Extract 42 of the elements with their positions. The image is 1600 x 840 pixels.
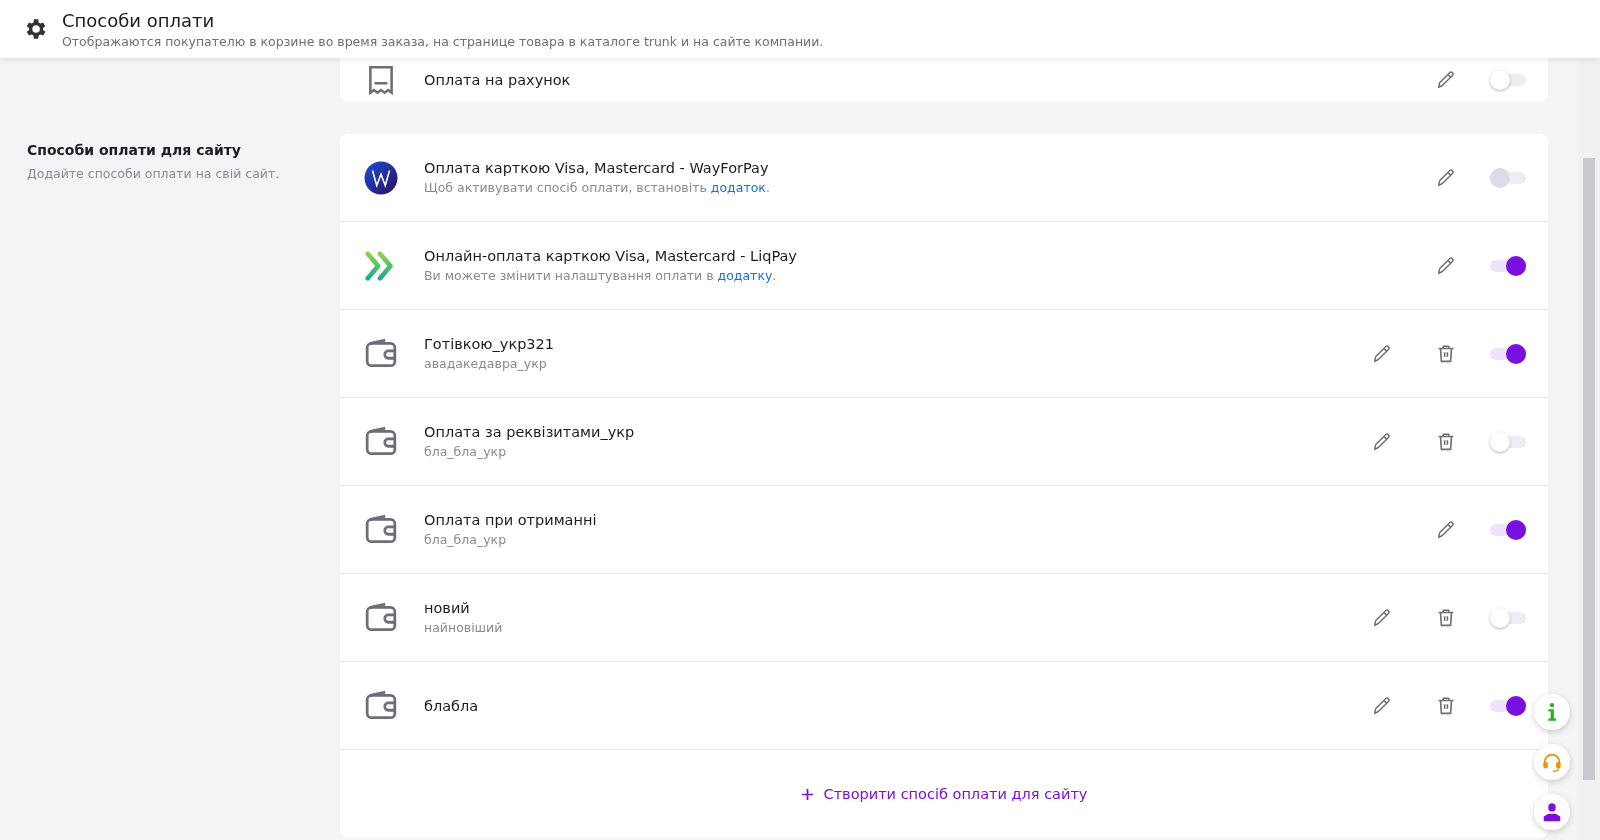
edit-icon — [1371, 430, 1393, 453]
payment-method-description: бла_бла_укр — [424, 444, 508, 459]
page-title: Способи оплати — [62, 9, 216, 31]
person-icon — [1541, 801, 1563, 823]
account-button[interactable] — [1534, 794, 1570, 830]
app-link[interactable]: додатку — [717, 268, 773, 283]
plus-icon — [800, 787, 814, 801]
payment-method-description: авадакедавра_укр — [424, 356, 548, 371]
edit-icon — [1435, 69, 1457, 91]
payment-method-name: Оплата при отриманні — [424, 512, 598, 528]
payment-method-name: Оплата за реквізитами_укр — [424, 424, 636, 440]
payment-method-name: Оплата на рахунок — [424, 72, 572, 88]
toggle-switch[interactable] — [1490, 606, 1526, 629]
edit-icon — [1371, 606, 1393, 629]
payment-method-description: бла_бла_укр — [424, 532, 508, 547]
edit-icon — [1435, 518, 1457, 541]
section-description: Додайте способи оплати на свій сайт. — [27, 166, 281, 181]
payment-method-name: новий — [424, 600, 471, 616]
section-title: Способи оплати для сайту — [27, 142, 242, 158]
toggle-switch[interactable] — [1490, 694, 1526, 717]
page-description: Отображаются покупателю в корзине во время заказа, на странице товара в каталоге trunk и на сайте компании. — [62, 33, 824, 49]
toggle-switch[interactable] — [1490, 342, 1526, 365]
payment-method-description: Ви можете змінити налаштування оплати в додатку. — [424, 268, 778, 283]
info-button[interactable] — [1534, 694, 1570, 730]
toggle-switch[interactable] — [1490, 69, 1526, 91]
logo-circle-icon — [364, 160, 398, 195]
toggle-switch[interactable] — [1490, 254, 1526, 277]
create-payment-method-link[interactable]: Створити спосіб оплати для сайту — [800, 786, 1088, 802]
headset-icon — [1541, 751, 1563, 773]
payment-method-name: Онлайн-оплата карткою Visa, Mastercard - LiqPay — [424, 248, 798, 264]
edit-icon — [1371, 342, 1393, 365]
edit-icon — [1435, 166, 1457, 189]
payment-method-name: Оплата карткою Visa, Mastercard - WayForPay — [424, 160, 770, 176]
edit-icon — [1371, 694, 1393, 717]
toggle-switch[interactable] — [1490, 518, 1526, 541]
toggle-switch[interactable] — [1490, 430, 1526, 453]
support-button[interactable] — [1534, 744, 1570, 780]
edit-icon — [1435, 254, 1457, 277]
payment-method-description: найновіший — [424, 620, 504, 635]
payment-method-name: блабла — [424, 697, 480, 714]
payment-method-description: Щоб активувати спосіб оплати, встановіть додаток. — [424, 180, 771, 195]
payment-method-name: Готівкою_укр321 — [424, 336, 556, 352]
